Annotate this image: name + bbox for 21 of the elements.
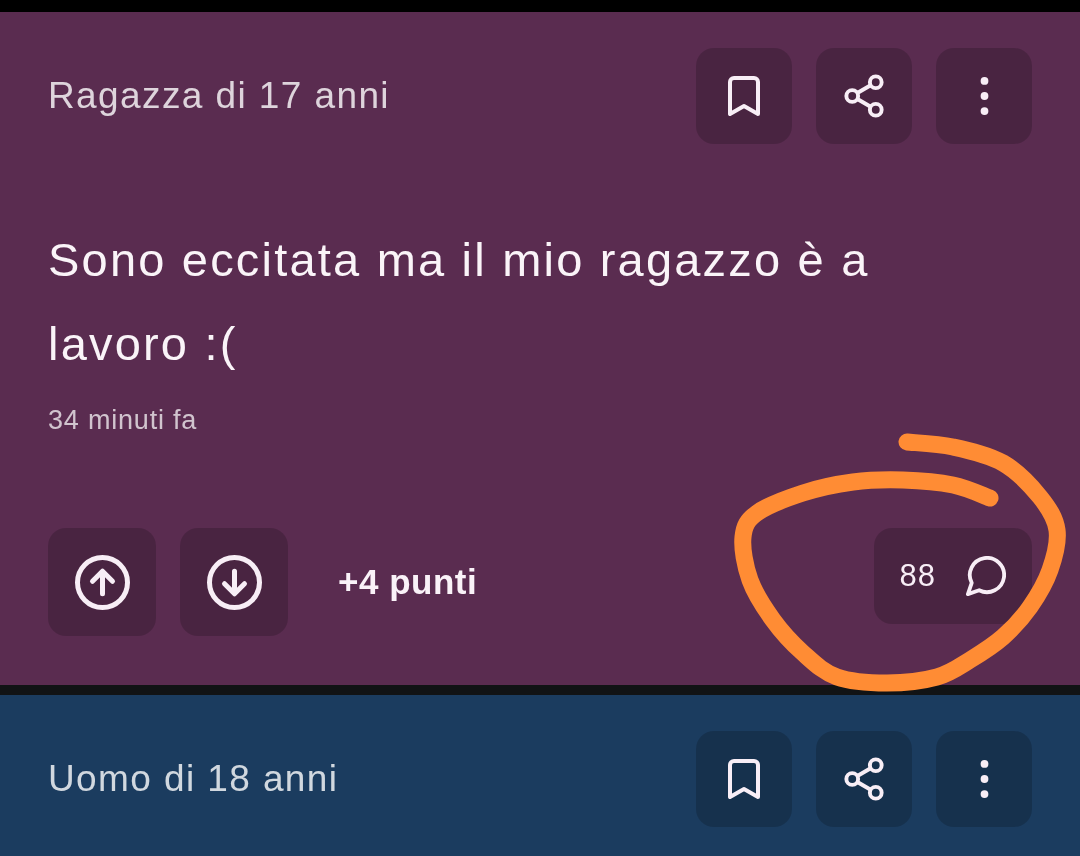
post-text: Sono eccitata ma il mio ragazzo è a lavoro :( <box>48 232 871 372</box>
share-icon <box>844 74 884 118</box>
comments-button[interactable]: 88 <box>873 528 1032 624</box>
arrow-up-circle-icon <box>74 554 130 610</box>
arrow-down-circle-icon <box>206 554 262 610</box>
more-options-icon <box>979 77 989 115</box>
share-button[interactable] <box>816 48 912 144</box>
points-count: +4 punti <box>338 562 478 602</box>
share-icon <box>844 757 884 801</box>
post-author: Uomo di 18 anni <box>48 758 339 800</box>
more-options-icon <box>979 760 989 798</box>
speech-bubble-icon <box>966 556 1006 596</box>
bookmark-button[interactable] <box>696 731 792 827</box>
post-author: Ragazza di 17 anni <box>48 75 390 117</box>
bookmark-button[interactable] <box>696 48 792 144</box>
bookmark-icon <box>728 759 760 799</box>
share-button[interactable] <box>816 731 912 827</box>
downvote-button[interactable] <box>180 528 288 636</box>
bookmark-icon <box>728 76 760 116</box>
post-time: 34 minuti fa <box>48 404 198 437</box>
upvote-button[interactable] <box>48 528 156 636</box>
